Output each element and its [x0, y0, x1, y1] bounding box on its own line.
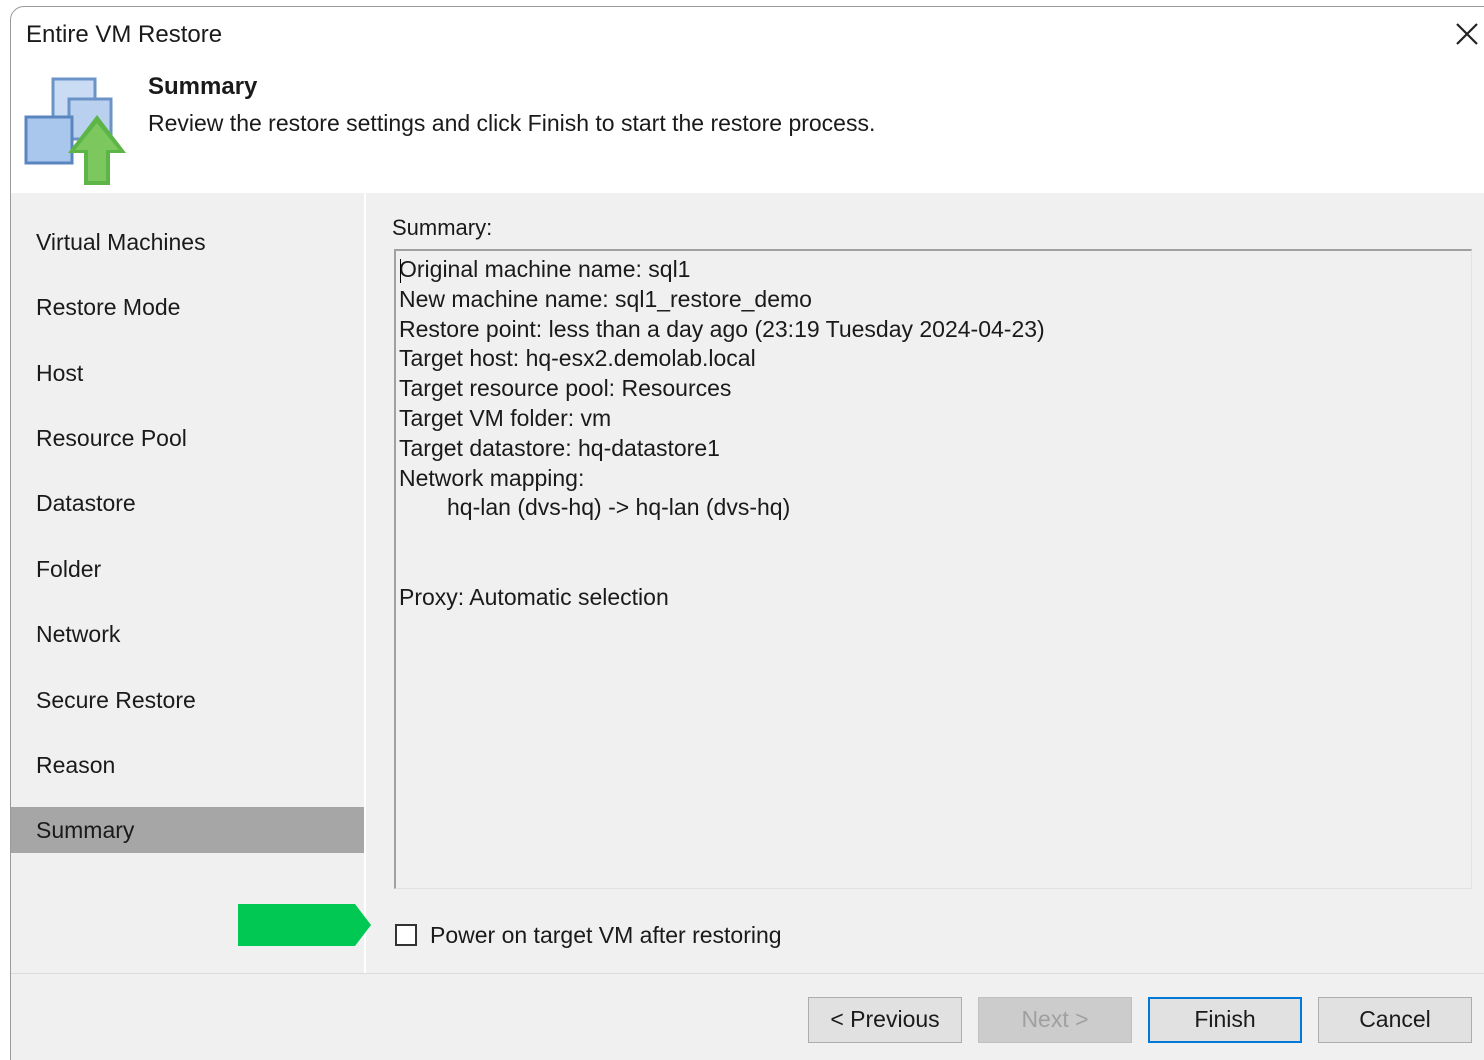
annotation-arrow-icon	[238, 904, 371, 946]
step-secure-restore[interactable]: Secure Restore	[11, 677, 364, 723]
power-on-checkbox[interactable]	[395, 924, 417, 946]
header-title: Summary	[148, 73, 258, 100]
summary-label: Summary:	[392, 215, 493, 240]
finish-button[interactable]: Finish	[1148, 997, 1302, 1043]
step-summary[interactable]: Summary	[11, 807, 364, 853]
summary-network-mapping: Network mapping:	[399, 464, 585, 491]
step-datastore[interactable]: Datastore	[11, 480, 364, 526]
next-button[interactable]: Next >	[978, 997, 1132, 1043]
step-network[interactable]: Network	[11, 611, 364, 657]
summary-target-folder: Target VM folder: vm	[399, 404, 612, 431]
header-description: Review the restore settings and click Fi…	[148, 110, 876, 136]
step-restore-mode[interactable]: Restore Mode	[11, 284, 364, 330]
restore-vm-icon	[23, 77, 127, 187]
summary-panel: Summary: Original machine name: sql1 New…	[366, 193, 1484, 973]
restore-wizard-window: Entire VM Restore Summary Review the res…	[10, 6, 1484, 1060]
step-virtual-machines[interactable]: Virtual Machines	[11, 219, 364, 265]
summary-restore-point: Restore point: less than a day ago (23:1…	[399, 315, 1045, 342]
wizard-footer: < Previous Next > Finish Cancel	[11, 973, 1484, 1060]
summary-new-machine: New machine name: sql1_restore_demo	[399, 285, 812, 312]
step-host[interactable]: Host	[11, 350, 364, 396]
previous-button[interactable]: < Previous	[808, 997, 962, 1043]
summary-original-machine: Original machine name: sql1	[399, 256, 691, 282]
summary-spacer	[399, 523, 1471, 583]
summary-textbox[interactable]: Original machine name: sql1 New machine …	[394, 249, 1472, 889]
window-title: Entire VM Restore	[26, 21, 223, 48]
summary-target-datastore: Target datastore: hq-datastore1	[399, 434, 720, 461]
close-icon[interactable]	[1452, 19, 1482, 49]
step-resource-pool[interactable]: Resource Pool	[11, 415, 364, 461]
summary-proxy: Proxy: Automatic selection	[399, 583, 669, 610]
text-caret	[400, 259, 401, 283]
summary-target-host: Target host: hq-esx2.demolab.local	[399, 345, 756, 372]
wizard-steps-nav: Virtual Machines Restore Mode Host Resou…	[11, 193, 364, 973]
step-folder[interactable]: Folder	[11, 546, 364, 592]
summary-target-pool: Target resource pool: Resources	[399, 375, 732, 402]
summary-network-mapping-entry: hq-lan (dvs-hq) -> hq-lan (dvs-hq)	[447, 494, 791, 521]
step-reason[interactable]: Reason	[11, 742, 364, 788]
power-on-label[interactable]: Power on target VM after restoring	[430, 922, 782, 949]
cancel-button[interactable]: Cancel	[1318, 997, 1472, 1043]
